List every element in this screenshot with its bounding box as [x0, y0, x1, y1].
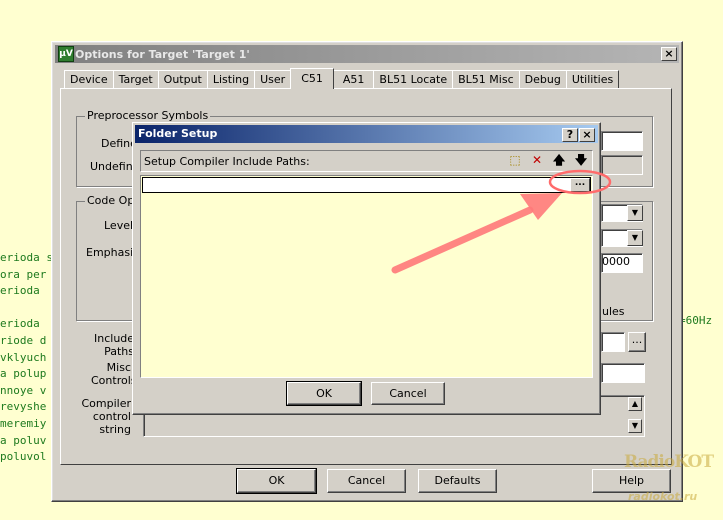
- highlight-ellipse: [548, 169, 612, 195]
- annotation-overlay: [391, 169, 612, 274]
- radiokot-watermark: RadioKOT radiokot.ru: [624, 452, 714, 512]
- watermark-url: radiokot.ru: [628, 490, 698, 503]
- annotation-arrow-head: [520, 193, 562, 220]
- watermark-logo: RadioKOT: [624, 452, 714, 472]
- annotation-arrow-shaft: [391, 206, 534, 274]
